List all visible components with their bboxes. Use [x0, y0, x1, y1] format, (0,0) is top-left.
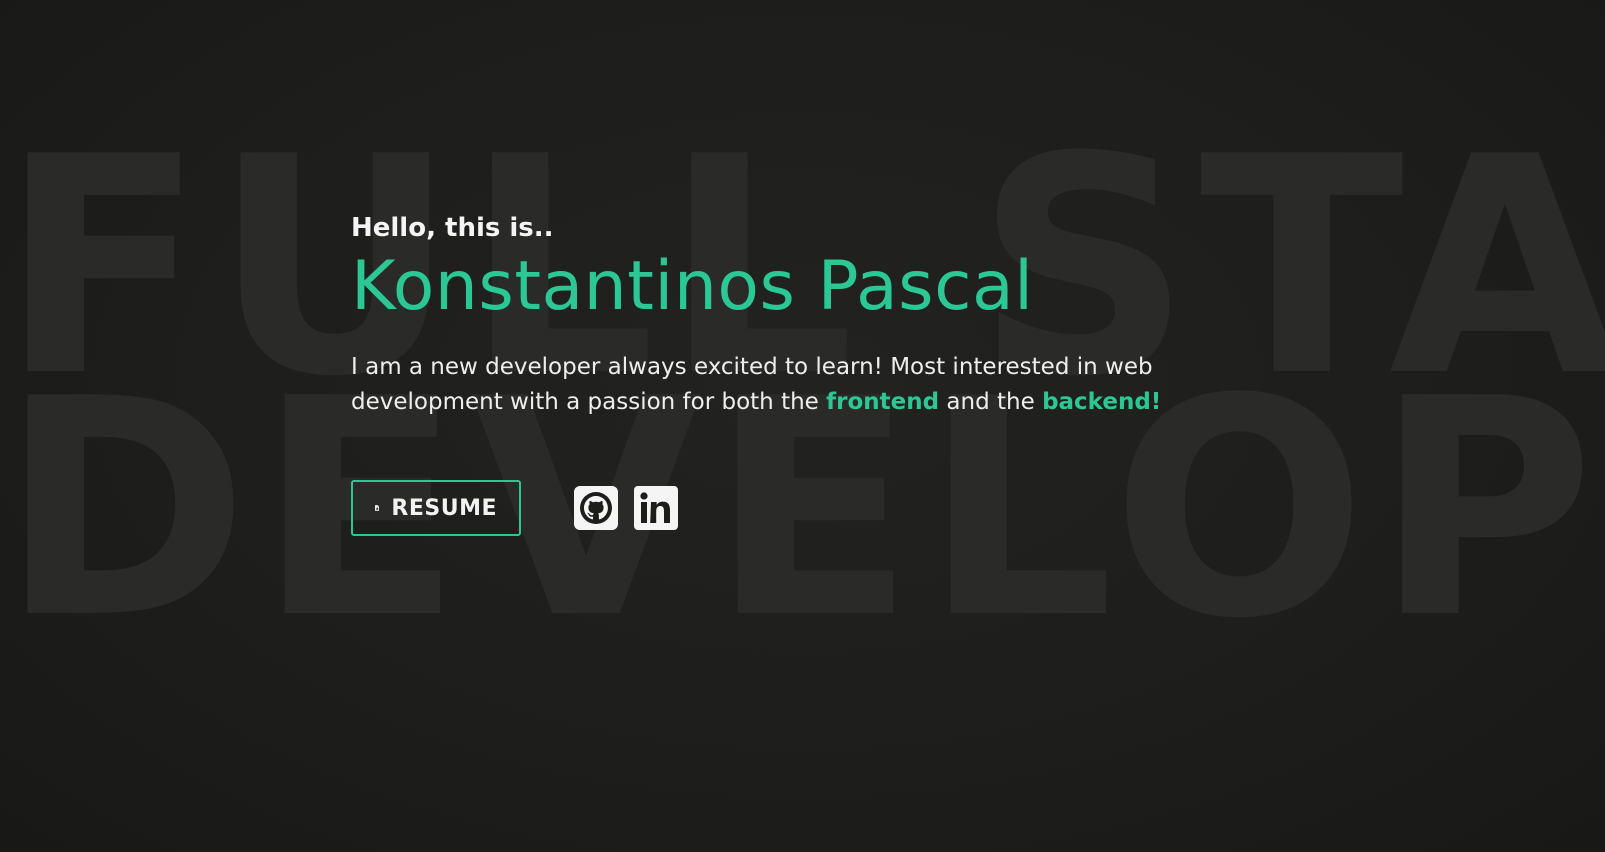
file-download-icon	[375, 505, 380, 512]
highlight-backend: backend!	[1042, 389, 1162, 416]
resume-button[interactable]: RESUME	[351, 480, 521, 537]
social-links	[574, 486, 678, 531]
linkedin-icon	[634, 486, 678, 531]
hero-page: FULL STACK DEVELOPER Hello, this is.. Ko…	[0, 0, 1605, 852]
linkedin-link[interactable]	[634, 486, 678, 531]
developer-name: Konstantinos Pascal	[351, 247, 1034, 327]
intro-paragraph: I am a new developer always excited to l…	[351, 350, 1281, 420]
highlight-frontend: frontend	[826, 389, 940, 416]
resume-label: RESUME	[391, 495, 497, 521]
github-link[interactable]	[574, 486, 618, 531]
github-icon	[574, 486, 618, 531]
hero-section: Hello, this is.. Konstantinos Pascal I a…	[351, 213, 1281, 537]
greeting-text: Hello, this is..	[351, 213, 554, 243]
intro-text-part2: and the	[939, 389, 1043, 416]
hero-actions: RESUME	[351, 480, 1281, 537]
